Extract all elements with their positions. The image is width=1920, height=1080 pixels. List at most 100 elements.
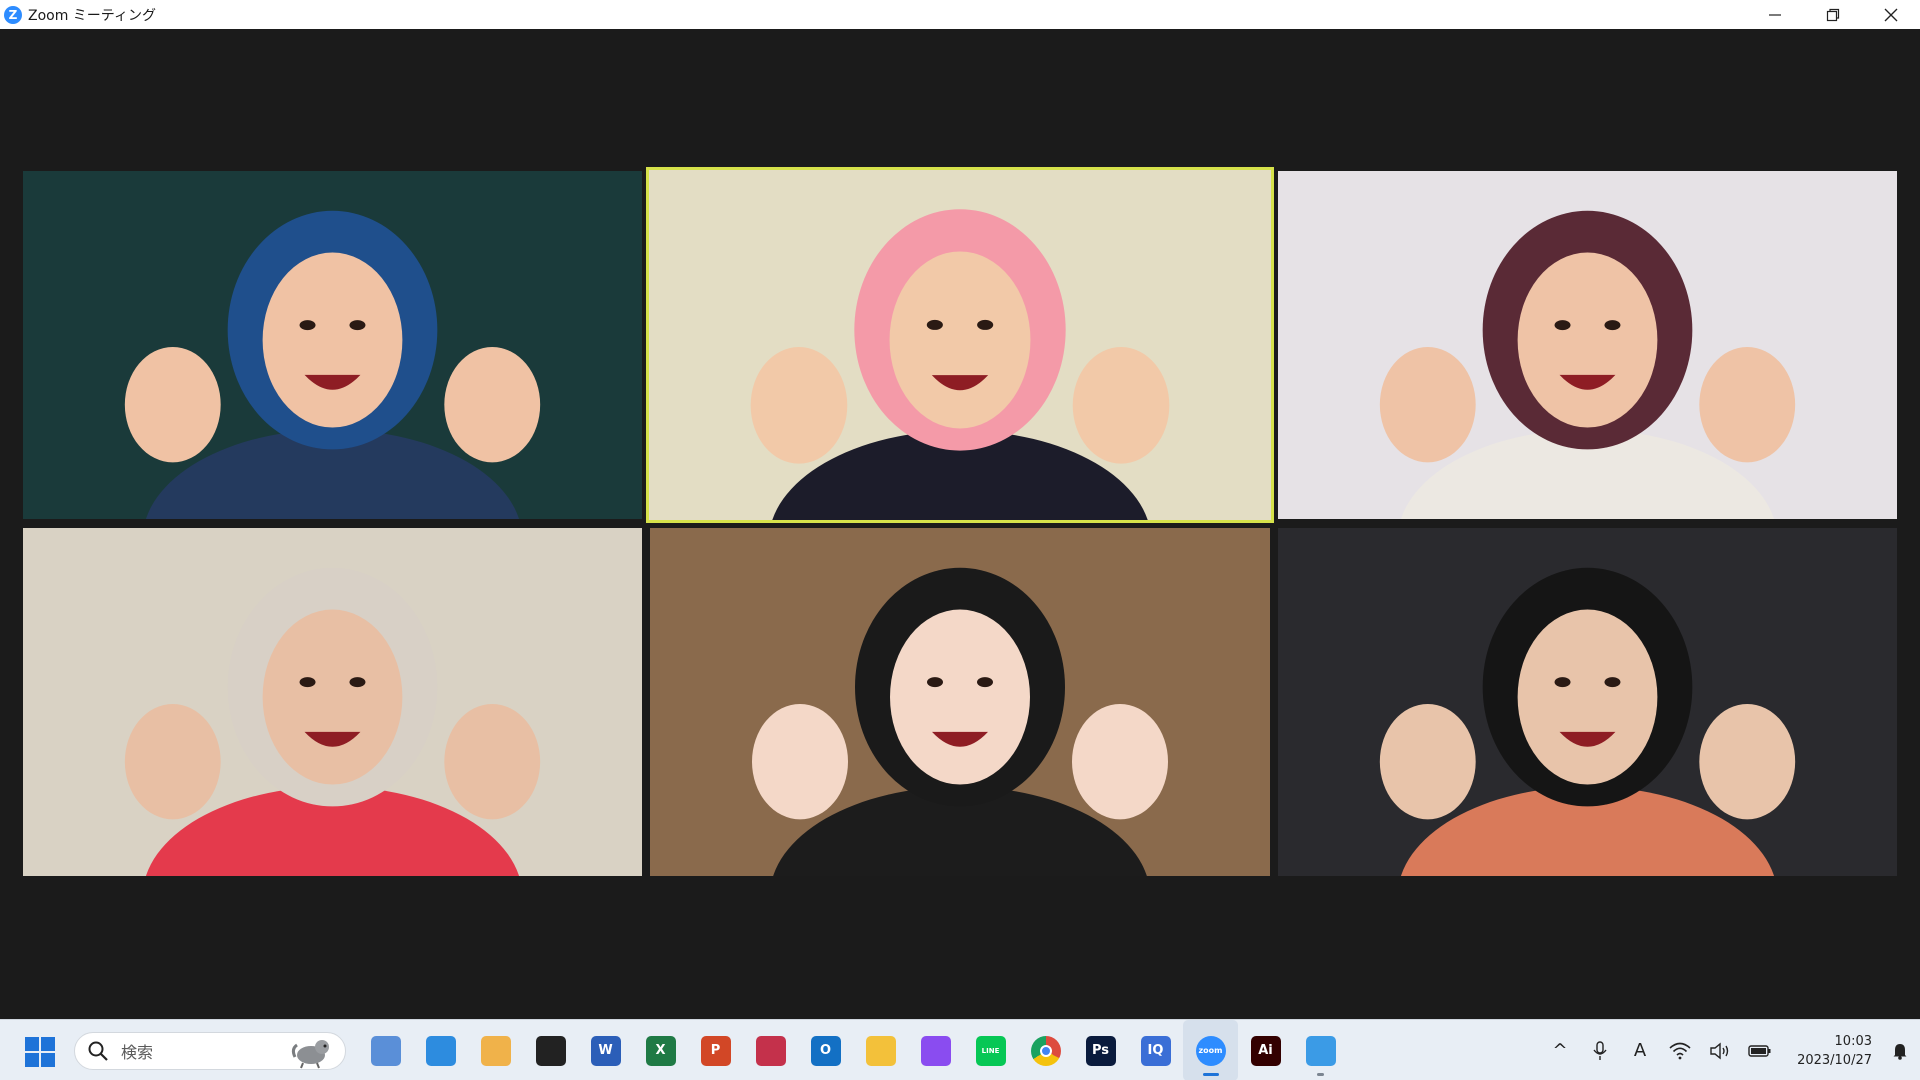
line-icon: LINE [975, 1035, 1006, 1066]
photos-app-icon [370, 1035, 401, 1066]
messenger-taskbar-button[interactable] [908, 1020, 963, 1080]
participant-eye-left [299, 320, 316, 331]
clock[interactable]: 10:03 2023/10/27 [1780, 1032, 1872, 1070]
illustrator-icon: Ai [1250, 1035, 1281, 1066]
chrome-icon [1030, 1035, 1061, 1066]
battery-icon[interactable] [1740, 1020, 1780, 1080]
show-hidden-icons-chevron-icon[interactable]: ^ [1540, 1020, 1580, 1080]
participant-hand-right [1699, 703, 1796, 820]
windows-logo-icon [25, 1037, 39, 1051]
participant-tile-1[interactable] [23, 171, 642, 519]
photos-app-taskbar-button[interactable] [358, 1020, 413, 1080]
close-button[interactable] [1862, 0, 1920, 29]
image-viewer-taskbar-button[interactable] [1293, 1020, 1348, 1080]
zoom-taskbar-button[interactable]: zoom [1183, 1020, 1238, 1080]
participant-eye-right [349, 320, 366, 331]
clock-time: 10:03 [1834, 1033, 1872, 1049]
sticky-notes-icon [535, 1035, 566, 1066]
search-placeholder: 検索 [121, 1043, 154, 1062]
search-highlight-illustration-icon [291, 1040, 329, 1069]
participant-face [1517, 609, 1658, 785]
search-icon [88, 1041, 108, 1061]
iq-app-icon: IQ [1140, 1035, 1171, 1066]
title-bar: Z Zoom ミーティング [0, 0, 1920, 29]
participant-tile-5[interactable] [650, 528, 1270, 876]
participant-face [1517, 252, 1658, 428]
participant-hand-right [1072, 703, 1168, 820]
participant-hand-right [1699, 346, 1796, 463]
photoshop-icon: Ps [1085, 1035, 1116, 1066]
powerpoint-taskbar-button[interactable]: P [688, 1020, 743, 1080]
image-viewer-icon [1305, 1035, 1336, 1066]
participant-tile-6[interactable] [1278, 528, 1897, 876]
meeting-gallery-view [0, 29, 1920, 1019]
participant-face [262, 609, 403, 785]
taskbar-search-box[interactable]: 検索 [74, 1032, 346, 1070]
participant-video [1278, 528, 1897, 876]
snipping-tool-taskbar-button[interactable] [743, 1020, 798, 1080]
chrome-taskbar-button[interactable] [1018, 1020, 1073, 1080]
paint-app-taskbar-button[interactable] [413, 1020, 468, 1080]
microphone-icon[interactable] [1580, 1020, 1620, 1080]
file-explorer-icon [865, 1035, 896, 1066]
participant-eye-right [1604, 677, 1621, 688]
word-icon: W [590, 1035, 621, 1066]
system-tray: ^ A 10:03 2023/10/27 [1540, 1020, 1920, 1080]
participant-video [23, 171, 642, 519]
participant-eye-right [977, 319, 994, 330]
volume-icon[interactable] [1700, 1020, 1740, 1080]
word-label: W [598, 1043, 613, 1058]
line-taskbar-button[interactable]: LINE [963, 1020, 1018, 1080]
excel-taskbar-button[interactable]: X [633, 1020, 688, 1080]
line-label: LINE [981, 1046, 1000, 1055]
sticky-notes-taskbar-button[interactable] [523, 1020, 578, 1080]
participant-eye-right [349, 677, 366, 688]
participant-tile-2[interactable] [646, 167, 1274, 523]
restore-button[interactable] [1804, 0, 1862, 29]
participant-hand-right [444, 703, 541, 820]
participant-eye-left [299, 677, 316, 688]
minimize-icon [1769, 13, 1781, 16]
participant-video [650, 528, 1270, 876]
participant-tile-4[interactable] [23, 528, 642, 876]
paint-app-icon [425, 1035, 456, 1066]
taskbar: 検索 W X P O LINE Ps IQ zoom Ai ^ A 10:03 2023/10/… [0, 1019, 1920, 1080]
participant-eye-right [1604, 320, 1621, 331]
participant-video [648, 169, 1272, 521]
outlook-taskbar-button[interactable]: O [798, 1020, 853, 1080]
start-button[interactable] [25, 1037, 55, 1067]
iq-app-label: IQ [1147, 1043, 1164, 1058]
zoom-logo-icon: Z [4, 5, 22, 24]
outlook-icon: O [810, 1035, 841, 1066]
photoshop-taskbar-button[interactable]: Ps [1073, 1020, 1128, 1080]
participant-eye-right [977, 677, 993, 688]
file-explorer-taskbar-button[interactable] [853, 1020, 908, 1080]
participant-eye-left [1554, 320, 1571, 331]
participant-eye-left [1554, 677, 1571, 688]
powerpoint-label: P [710, 1043, 721, 1058]
restore-icon [1826, 8, 1840, 21]
minimize-button[interactable] [1746, 0, 1804, 29]
participant-video [1278, 171, 1897, 519]
pinned-apps: W X P O LINE Ps IQ zoom Ai [358, 1020, 1348, 1080]
participant-hand-left [124, 346, 221, 463]
word-taskbar-button[interactable]: W [578, 1020, 633, 1080]
participant-hand-left [750, 347, 848, 464]
notification-bell-icon[interactable] [1880, 1020, 1920, 1080]
iq-app-taskbar-button[interactable]: IQ [1128, 1020, 1183, 1080]
snipping-tool-icon [755, 1035, 786, 1066]
participant-hand-left [124, 703, 221, 820]
clock-date: 2023/10/27 [1797, 1052, 1872, 1068]
participant-video [23, 528, 642, 876]
participant-hand-left [1379, 703, 1476, 820]
participant-tile-3[interactable] [1278, 171, 1897, 519]
illustrator-label: Ai [1258, 1043, 1273, 1058]
participant-face [889, 251, 1031, 429]
participant-hand-left [752, 703, 848, 820]
ime-mode-indicator[interactable]: A [1620, 1020, 1660, 1080]
participant-hand-right [1072, 347, 1170, 464]
notepad-app-taskbar-button[interactable] [468, 1020, 523, 1080]
close-icon [1884, 8, 1898, 21]
wifi-icon[interactable] [1660, 1020, 1700, 1080]
illustrator-taskbar-button[interactable]: Ai [1238, 1020, 1293, 1080]
